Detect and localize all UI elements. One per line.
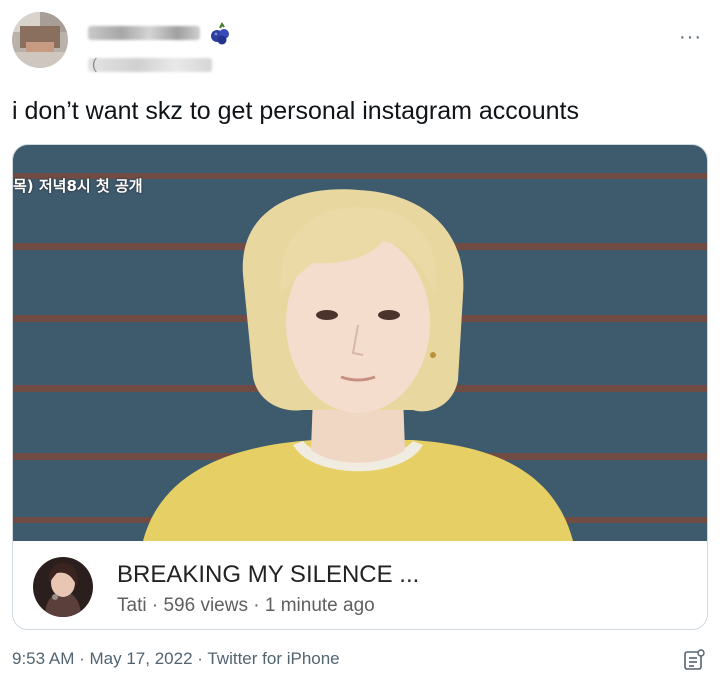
separator: ·: [253, 595, 260, 616]
video-thumbnail[interactable]: [13, 145, 707, 541]
video-title[interactable]: BREAKING MY SILENCE ...: [117, 561, 419, 589]
video-age: 1 minute ago: [264, 595, 375, 616]
channel-name[interactable]: Tati: [117, 595, 147, 616]
tweet-source[interactable]: Twitter for iPhone: [207, 649, 339, 668]
author-name-redacted[interactable]: [88, 26, 200, 40]
tweet-header: ( ···: [12, 12, 708, 76]
video-meta: BREAKING MY SILENCE ... Tati · 596 views…: [13, 541, 707, 629]
video-card[interactable]: 목) 저녁8시 첫 공개 BREAKING MY SILENCE ... Tat…: [12, 144, 708, 630]
blueberry-icon: [211, 22, 229, 45]
separator: ·: [197, 649, 203, 668]
author-handle-redacted[interactable]: [88, 58, 212, 72]
separator: ·: [79, 649, 85, 668]
analytics-icon[interactable]: [682, 648, 706, 672]
more-icon[interactable]: ···: [679, 26, 702, 49]
channel-avatar[interactable]: [33, 557, 93, 617]
view-count: 596 views: [163, 595, 248, 616]
video-subtitle: Tati · 596 views · 1 minute ago: [117, 595, 375, 617]
video-overlay-text: 목) 저녁8시 첫 공개: [13, 177, 143, 195]
tweet-text: i don’t want skz to get personal instagr…: [12, 97, 579, 125]
tweet-time[interactable]: 9:53 AM: [12, 649, 74, 668]
tweet-timestamp: 9:53 AM · May 17, 2022 · Twitter for iPh…: [12, 649, 340, 669]
tweet-date[interactable]: May 17, 2022: [90, 649, 193, 668]
handle-paren: (: [92, 56, 97, 73]
separator: ·: [151, 595, 159, 616]
author-avatar[interactable]: [12, 12, 68, 68]
